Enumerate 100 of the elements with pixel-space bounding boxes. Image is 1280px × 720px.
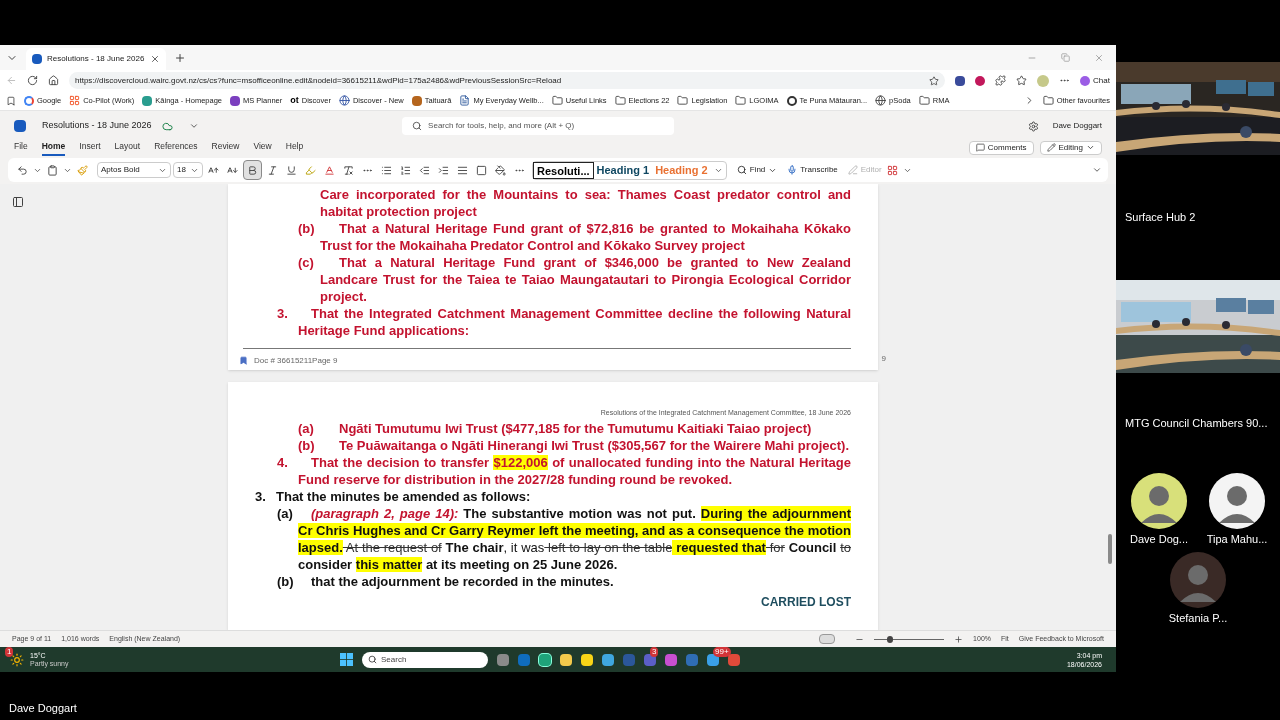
bullets-icon [381,164,392,176]
app-icon[interactable] [602,653,614,666]
paragraph-text: (c) That a Natural Heritage Fund grant of $346,000 be granted to New Zealand Landcare Trust for the Taiea te Taiao Maungatautari to Pirongia Ecological Corridor project. [298,254,851,305]
clear-formatting-icon [343,164,354,176]
notification-badge: 3 [650,646,659,657]
folder-icon [735,95,747,106]
font-color-icon [324,164,335,176]
scrollbar-thumb[interactable] [1108,534,1112,564]
paragraph-text: (b) that the adjournment be recorded in the minutes. [277,573,615,590]
menu-tab[interactable]: Home [41,139,66,156]
borders-icon [476,164,487,176]
participant-name: Stefania P... [1168,610,1228,626]
result-text: CARRIED LOST [761,594,851,611]
user-name[interactable]: Dave Doggart [1052,120,1102,132]
globe-icon [875,95,887,106]
grow-font-icon [208,164,219,176]
windows-logo-icon[interactable] [340,653,353,666]
slider-thumb[interactable] [886,635,893,643]
decrease-indent-icon [419,164,430,176]
bold-icon [247,164,258,176]
zoom-in-icon[interactable] [954,634,964,644]
close-icon[interactable] [150,54,160,64]
clipboard-icon [47,164,58,176]
menu-tab[interactable]: References [154,139,198,156]
favourite-icon[interactable] [929,75,940,86]
settings-icon[interactable] [1027,120,1039,132]
menu-tab[interactable]: Layout [114,139,141,156]
paragraph-text: Care incorporated for the Mountains to sea: Thames Coast predator control and habitat protection project [320,186,851,220]
page-number: 9 [881,354,886,364]
folder-icon [918,95,930,106]
navigation-pane-icon[interactable] [12,196,24,208]
paintbrush-icon [77,164,88,176]
chevron-icon[interactable] [188,121,199,131]
shrink-font-icon [227,164,238,176]
new-tab-icon[interactable] [174,51,186,64]
pen-icon [847,165,858,175]
weather-icon[interactable] [10,652,24,667]
browser-tab[interactable]: Resolutions - 18 June 2026 [26,48,166,70]
bold-button[interactable] [243,160,262,180]
presenter-name: Dave Doggart [9,700,77,716]
transcribe-button[interactable]: Transcribe [787,164,838,176]
menu-tab[interactable]: Insert [79,139,101,156]
paragraph-text: 4. That the decision to transfer $122,006 of unallocated funding into the Natural Heritage Fund reserve for distribution in the 2027/28 funding round be revoked. [277,454,851,488]
numbering-icon [400,164,411,176]
font-field[interactable]: Aptos Bold [97,162,171,178]
taskbar-search[interactable]: Search [362,651,488,668]
google-icon [24,95,34,106]
participant-name: Tipa Mahu... [1206,532,1268,547]
menu-tab[interactable]: Help [285,139,304,156]
favourites-icon[interactable] [1016,75,1028,86]
page-view-icon[interactable] [819,634,836,644]
editing-button[interactable]: Editing [1039,140,1102,155]
app-icon[interactable] [644,653,656,666]
notification-badge: 1 [5,646,14,657]
increase-indent-icon [438,164,449,176]
menu-tab[interactable]: View [253,139,272,156]
extensions-icon[interactable] [995,75,1007,86]
grid-icon [886,164,898,176]
font-size-field[interactable]: 18 [173,162,203,178]
app-icon[interactable] [497,653,509,666]
paragraph-text: (b) That a Natural Heritage Fund grant of $72,816 be granted to Mokaihaha Kōkako Trust for the Mokaihaha Predator Control and Kōkako Survey project [298,220,851,254]
app-icon[interactable] [707,653,719,666]
search-icon [368,655,377,664]
paragraph-text: 3. That the minutes be amended as follows: [255,488,532,505]
menu-tab[interactable]: File [14,139,28,156]
tab-title: Resolutions - 18 June 2026 [47,53,145,65]
participant-name: Dave Dog... [1129,532,1189,547]
extension-icon[interactable] [955,75,966,86]
page-footer: Doc # 36615211Page 9 [254,352,338,369]
grid-icon [69,95,81,106]
search-field[interactable]: Search for tools, help, and more (Alt + Q) [402,117,675,135]
cloud-icon [161,120,173,132]
style-option[interactable]: Heading 1 [593,161,653,179]
home-icon[interactable] [48,75,59,86]
refresh-icon[interactable] [27,75,38,86]
paragraph-text: (b) Te Puāwaitanga o Ngāti Hinerangi Iwi Trust ($305,567 for the Wairere Mahi project). [298,437,850,454]
underline-icon [286,164,297,176]
comments-button[interactable]: Comments [968,140,1034,155]
bookmark-icon [239,356,248,365]
app-icon[interactable] [539,653,551,666]
document-title[interactable]: Resolutions - 18 June 2026 [42,119,152,133]
undo-icon [17,164,28,176]
microphone-icon [787,165,798,175]
italic-icon [267,164,278,176]
address-bar[interactable]: https://discovercloud.wairc.govt.nz/cs/cs?func=msofficeonline.edit&nodeid=36615211&wdPid=175a2486&wdPreviousSessionSrc=Reload [69,72,946,89]
app-icon[interactable] [560,653,572,666]
reading-list-icon[interactable] [6,95,16,106]
style-option[interactable]: Resoluti... [533,161,594,179]
chat-button[interactable]: Chat [1080,74,1110,87]
document-icon [459,95,471,106]
search-icon [736,165,747,175]
extension-icon[interactable] [975,75,986,86]
paragraph-text: 3. That the Integrated Catchment Management Committee decline the following Natural Heritage Fund applications: [277,305,851,339]
chevron-icon [1086,143,1095,152]
paragraph-text: (a) (paragraph 2, page 14): The substantive motion was not put. During the adjournment Cr Chris Hughes and Cr Garry Reymer left the meeting, and as a consequence the motion lapsed. At the request of The chair, it was left to lay on the table requested that for Council to consider this matter at its meeting on 25 June 2026. [277,505,851,573]
find-button[interactable]: Find [736,164,778,176]
paragraph-text: (a) Ngāti Tumutumu Iwi Trust ($477,185 for the Tumutumu Kaitiaki Taiao project) [298,420,813,437]
menu-tab[interactable]: Review [211,139,240,156]
app-icon[interactable] [581,653,593,666]
collapse-ribbon-icon[interactable] [1092,165,1102,175]
